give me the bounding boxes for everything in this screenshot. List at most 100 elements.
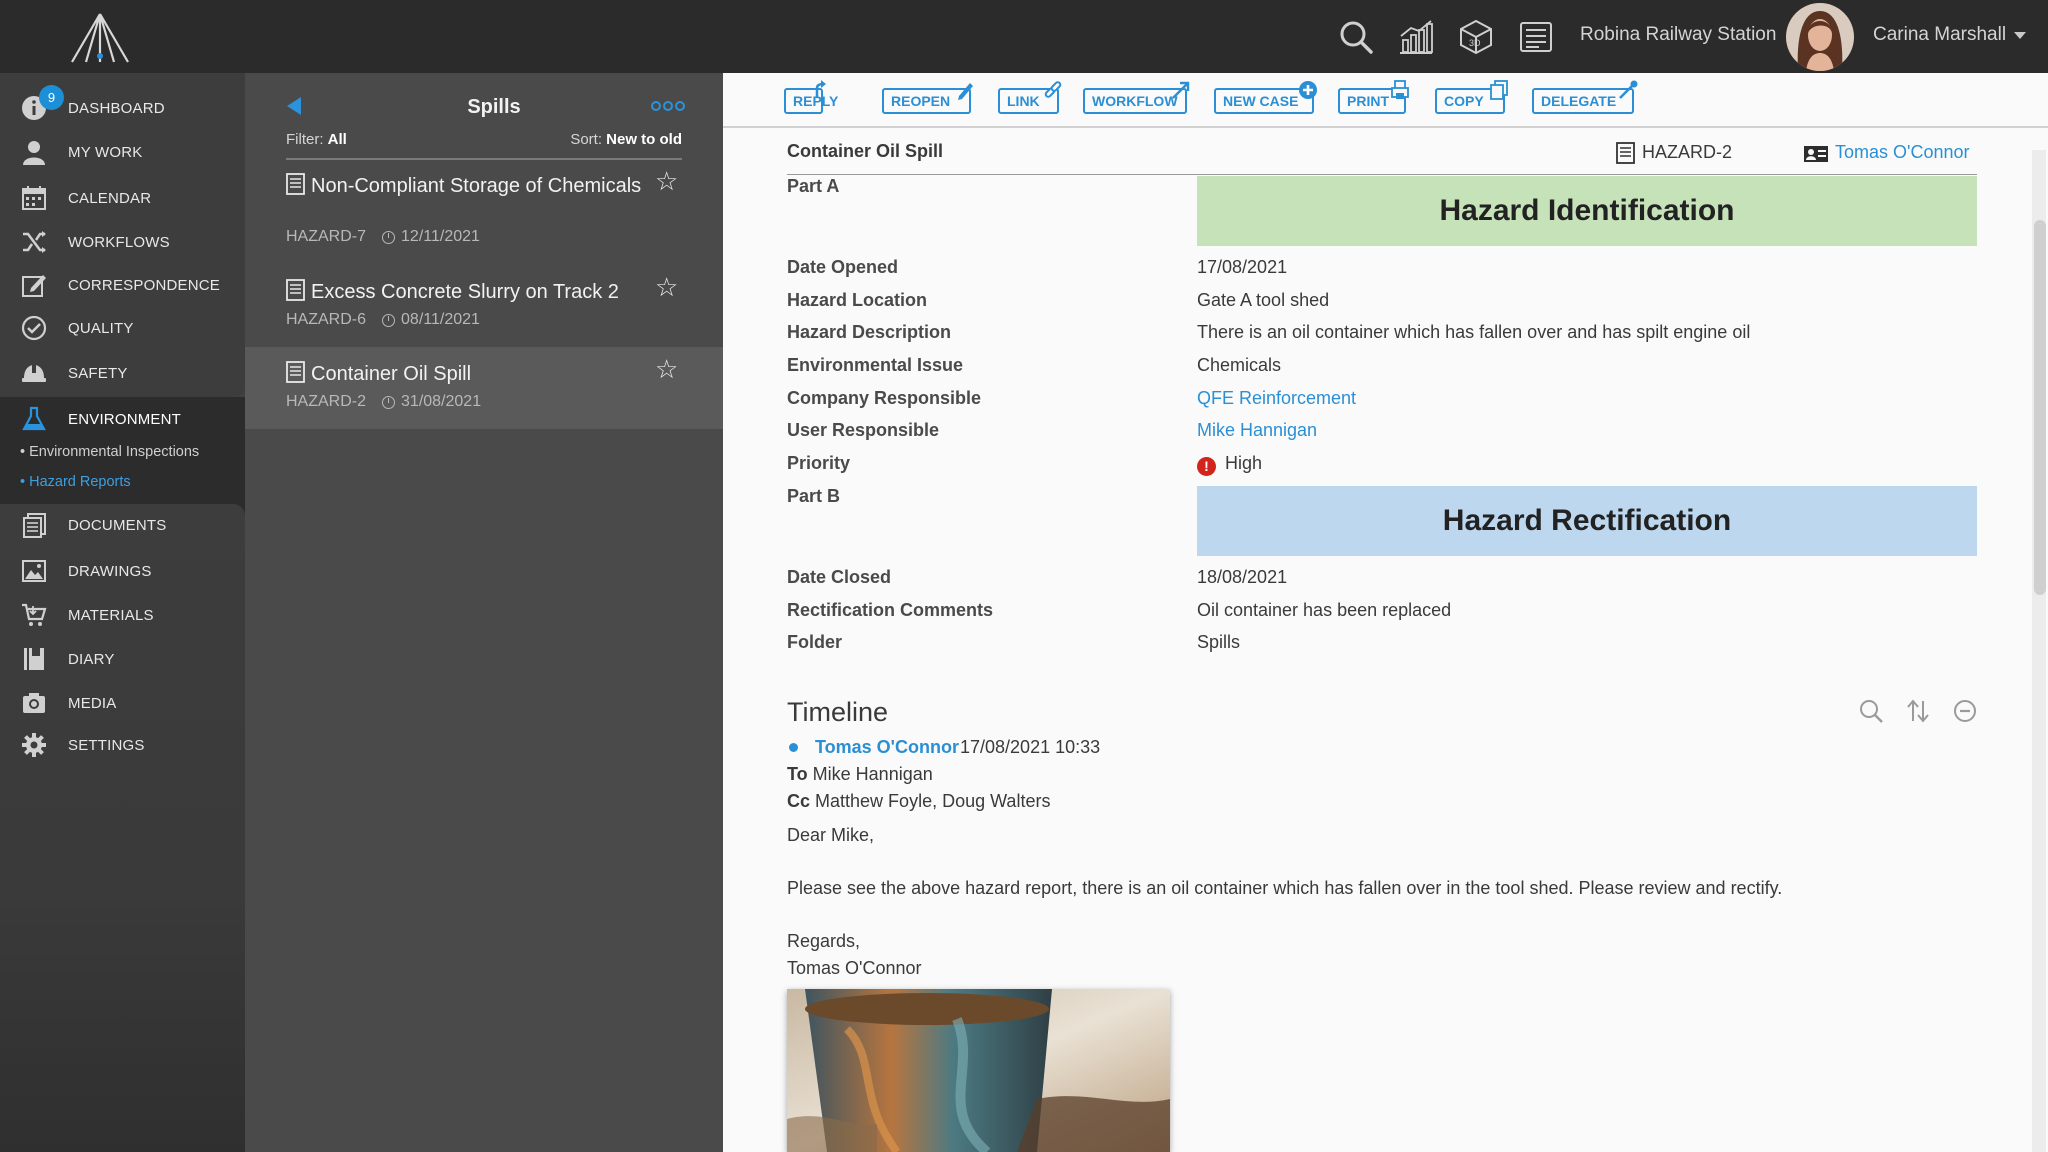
timeline-author-link[interactable]: Tomas O'Connor — [815, 737, 959, 758]
list-item[interactable]: Non-Compliant Storage of Chemicals HAZAR… — [245, 160, 723, 257]
user-avatar[interactable] — [1786, 3, 1854, 71]
link-button[interactable]: LINK — [998, 81, 1062, 114]
list-item-meta: HAZARD-2 31/08/2021 — [286, 393, 481, 411]
sidebar-item-settings[interactable]: SETTINGS — [0, 725, 245, 765]
back-arrow-icon[interactable] — [287, 97, 301, 115]
sidebar-item-safety[interactable]: SAFETY — [0, 353, 245, 393]
sidebar-item-documents[interactable]: DOCUMENTS — [0, 505, 245, 545]
field-label: Rectification Comments — [787, 600, 994, 620]
user-responsible-link[interactable]: Mike Hannigan — [1197, 420, 1317, 441]
user-menu[interactable]: Carina Marshall — [1873, 24, 2027, 46]
sidebar-item-media[interactable]: MEDIA — [0, 683, 245, 723]
3d-cube-icon[interactable]: 3D — [1457, 18, 1495, 56]
hazard-location-value: Gate A tool shed — [1197, 290, 1330, 310]
reopen-button[interactable]: REOPEN — [882, 83, 973, 114]
alert-icon: ! — [1197, 457, 1216, 476]
user-icon — [20, 138, 48, 166]
reply-icon — [815, 80, 826, 98]
hard-hat-icon — [20, 359, 48, 387]
shuffle-icon — [20, 228, 48, 256]
copy-button[interactable]: COPY — [1435, 80, 1508, 114]
sidebar-subitem-hazard-reports[interactable]: • Hazard Reports — [20, 474, 131, 490]
folder-value: Spills — [1197, 632, 1241, 652]
record-owner-link[interactable]: Tomas O'Connor — [1835, 142, 1970, 163]
workflow-button[interactable]: WORKFLOW — [1083, 81, 1190, 114]
timeline-greeting: Dear Mike, — [787, 825, 875, 845]
sort-icon[interactable] — [1905, 698, 1931, 724]
copy-icon — [1490, 80, 1508, 100]
app-logo[interactable] — [66, 12, 134, 64]
documents-icon — [20, 511, 48, 539]
timeline-signoff: Regards, — [787, 931, 861, 951]
record-id: HAZARD-2 — [1642, 142, 1733, 162]
star-icon[interactable]: ☆ — [655, 272, 678, 303]
header-divider — [787, 174, 1977, 175]
field-label: Date Closed — [787, 567, 892, 587]
sidebar-item-dashboard[interactable]: 9 DASHBOARD — [0, 85, 245, 128]
bar-chart-icon[interactable] — [1397, 18, 1435, 56]
project-selector[interactable]: Robina Railway Station — [1580, 24, 1776, 46]
list-item-date: 31/08/2021 — [401, 393, 482, 410]
document-icon — [1616, 142, 1635, 164]
flask-icon — [20, 405, 48, 433]
search-icon[interactable] — [1858, 698, 1884, 724]
list-item[interactable]: Container Oil Spill HAZARD-2 31/08/2021 ☆ — [245, 347, 723, 429]
star-icon[interactable]: ☆ — [655, 354, 678, 385]
sidebar-item-my-work[interactable]: MY WORK — [0, 132, 245, 172]
clock-icon — [382, 230, 396, 244]
hazard-description-value: There is an oil container which has fall… — [1197, 322, 1751, 342]
list-title: Spills — [467, 96, 521, 118]
field-label: Date Opened — [787, 257, 899, 277]
clock-icon — [382, 313, 396, 327]
sidebar-item-environment[interactable]: ENVIRONMENT — [0, 399, 245, 439]
clock-icon — [382, 395, 396, 409]
timeline-to: To Mike Hannigan — [787, 764, 933, 784]
list-item-date: 08/11/2021 — [401, 311, 480, 328]
collapse-icon[interactable] — [1952, 698, 1978, 724]
list-item[interactable]: Excess Concrete Slurry on Track 2 HAZARD… — [245, 265, 723, 345]
filter-control[interactable]: Filter: All — [286, 131, 347, 148]
list-item-title: Excess Concrete Slurry on Track 2 — [311, 281, 619, 303]
date-opened-value: 17/08/2021 — [1197, 257, 1288, 277]
sidebar-item-quality[interactable]: QUALITY — [0, 308, 245, 348]
link-icon — [1044, 81, 1062, 98]
sidebar-item-workflows[interactable]: WORKFLOWS — [0, 222, 245, 262]
filter-value: All — [327, 131, 347, 148]
field-label: Priority — [787, 453, 851, 473]
field-label: User Responsible — [787, 420, 940, 440]
search-icon[interactable] — [1337, 18, 1375, 56]
new-case-button[interactable]: NEW CASE — [1214, 81, 1317, 114]
sidebar-item-materials[interactable]: MATERIALS — [0, 595, 245, 635]
edit-icon — [20, 271, 48, 299]
part-b-label: Part B — [787, 486, 841, 506]
sidebar-item-diary[interactable]: DIARY — [0, 639, 245, 679]
star-icon[interactable]: ☆ — [655, 166, 678, 197]
attachment-photo[interactable] — [787, 989, 1170, 1152]
sort-control[interactable]: Sort: New to old — [570, 131, 682, 148]
timeline-body: Please see the above hazard report, ther… — [787, 878, 1783, 898]
user-name: Carina Marshall — [1873, 24, 2007, 45]
sidebar-item-drawings[interactable]: DRAWINGS — [0, 551, 245, 591]
sidebar-subitem-environmental-inspections[interactable]: • Environmental Inspections — [20, 444, 199, 460]
sidebar-item-calendar[interactable]: CALENDAR — [0, 178, 245, 218]
reply-button[interactable]: REPLY — [784, 80, 838, 114]
id-card-icon — [1804, 146, 1828, 162]
svg-text:3D: 3D — [1469, 38, 1481, 48]
chevron-down-icon — [2014, 31, 2027, 39]
timeline-title: Timeline — [787, 697, 889, 727]
sidebar-item-correspondence[interactable]: CORRESPONDENCE — [0, 265, 245, 305]
print-icon — [1391, 80, 1409, 99]
more-options-icon[interactable] — [651, 101, 685, 111]
delegate-icon — [1619, 80, 1638, 99]
list-item-id: HAZARD-7 — [286, 228, 367, 245]
scrollbar-thumb[interactable] — [2034, 220, 2046, 595]
check-circle-icon — [20, 314, 48, 342]
company-responsible-link[interactable]: QFE Reinforcement — [1197, 388, 1356, 409]
date-closed-value: 18/08/2021 — [1197, 567, 1288, 587]
list-icon[interactable] — [1517, 18, 1555, 56]
print-button[interactable]: PRINT — [1338, 80, 1409, 114]
list-item-title: Container Oil Spill — [311, 363, 472, 385]
priority-value: ! High — [1197, 453, 1262, 476]
delegate-button[interactable]: DELEGATE — [1532, 80, 1638, 114]
notification-badge: 9 — [39, 85, 64, 110]
